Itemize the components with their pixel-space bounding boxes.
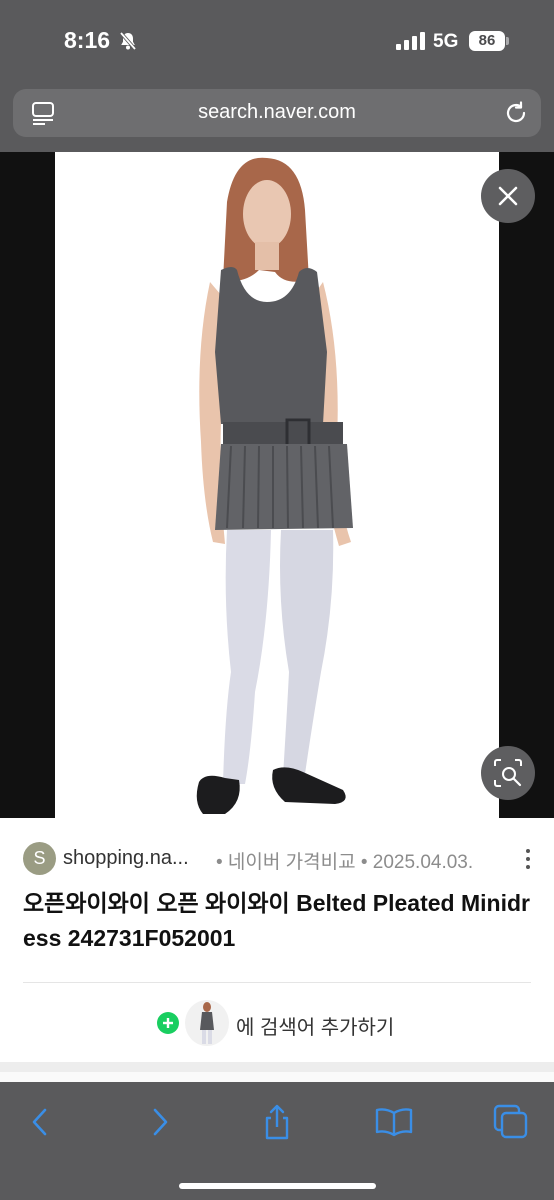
address-bar[interactable]: search.naver.com (13, 89, 541, 137)
section-gap (0, 1062, 554, 1072)
status-time: 8:16 (64, 27, 111, 53)
status-bar: 8:16 5G 86 (0, 0, 554, 84)
product-thumbnail (185, 1000, 229, 1046)
divider (23, 982, 531, 983)
result-meta: • 네이버 가격비교 • 2025.04.03. (216, 852, 474, 873)
source-name[interactable]: shopping.na... (63, 847, 189, 870)
add-search-term-label: 에 검색어 추가하기 (236, 1017, 395, 1039)
battery-icon: 86 (469, 31, 505, 51)
home-indicator[interactable] (179, 1183, 376, 1189)
image-viewer (0, 152, 554, 818)
reload-icon[interactable] (503, 100, 529, 131)
image-search-icon (494, 759, 522, 787)
result-card[interactable]: S shopping.na... • 네이버 가격비교 • 2025.04.03… (0, 818, 554, 1062)
close-icon (498, 186, 518, 206)
back-icon[interactable] (20, 1102, 60, 1142)
bookmarks-icon[interactable] (374, 1102, 414, 1142)
more-options-icon[interactable] (524, 848, 532, 875)
signal-icon (396, 32, 426, 55)
next-section-edge (0, 1072, 554, 1082)
network-type: 5G (433, 31, 459, 52)
bell-muted-icon (118, 31, 138, 56)
close-button[interactable] (481, 169, 535, 223)
url-text[interactable]: search.naver.com (13, 101, 541, 124)
source-avatar: S (23, 842, 56, 875)
plus-icon (157, 1012, 179, 1034)
battery-tip (506, 37, 509, 45)
product-image[interactable] (55, 152, 499, 818)
forward-icon[interactable] (140, 1102, 180, 1142)
result-title[interactable]: 오픈와이와이 오픈 와이와이 Belted Pleated Minidress … (23, 886, 535, 956)
add-search-term-row[interactable]: 에 검색어 추가하기 (0, 996, 554, 1048)
share-icon[interactable] (257, 1102, 297, 1142)
tabs-icon[interactable] (491, 1102, 531, 1142)
image-search-button[interactable] (481, 746, 535, 800)
